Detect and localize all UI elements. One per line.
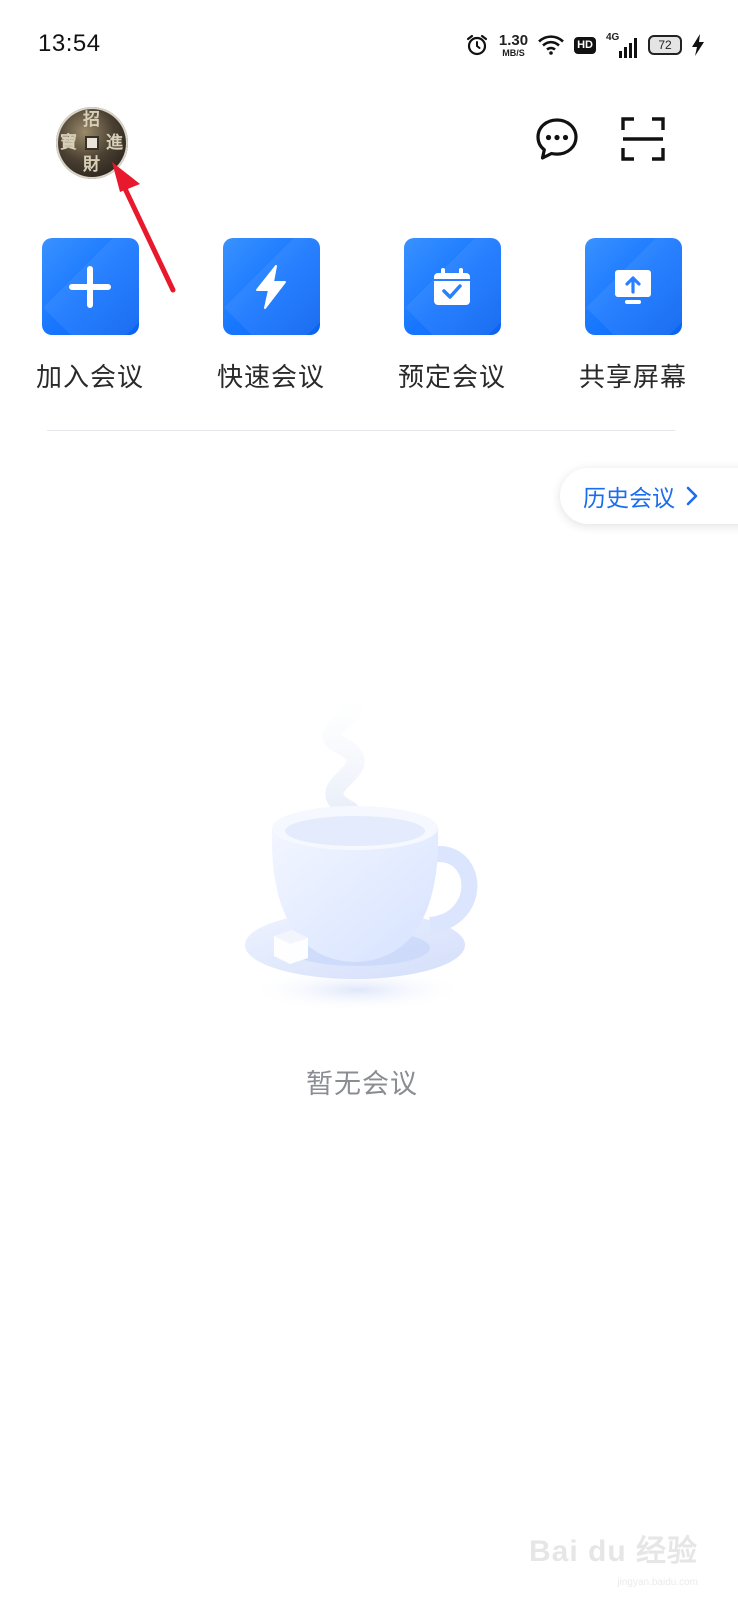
- join-meeting-label: 加入会议: [35, 363, 144, 393]
- join-meeting-tile[interactable]: [41, 238, 139, 335]
- status-bar: 13:54 1.30 MB/S HD 4G 72: [0, 0, 738, 90]
- lightning-icon: [256, 264, 286, 309]
- empty-state-text: 暂无会议: [306, 1069, 418, 1100]
- join-meeting-button[interactable]: 加入会议: [15, 238, 165, 394]
- status-time: 13:54: [38, 30, 101, 57]
- avatar-char: 寶: [60, 133, 77, 153]
- quick-actions: 加入会议 快速会议 预定会议 共享屏幕: [0, 238, 738, 398]
- signal-icon: 4G: [606, 32, 638, 58]
- coin-hole: [85, 136, 99, 150]
- alarm-icon: [465, 33, 489, 57]
- quick-meeting-button[interactable]: 快速会议: [196, 238, 346, 394]
- quick-meeting-label: 快速会议: [216, 363, 325, 393]
- schedule-meeting-label: 预定会议: [397, 363, 506, 393]
- status-icons: 1.30 MB/S HD 4G 72: [465, 30, 704, 60]
- share-screen-icon: [615, 269, 651, 304]
- avatar-char: 財: [83, 155, 100, 175]
- chevron-right-icon: [686, 486, 698, 506]
- net-speed-unit: MB/S: [502, 47, 525, 58]
- share-screen-label: 共享屏幕: [578, 363, 687, 393]
- battery-indicator: 72: [648, 35, 682, 55]
- scan-icon[interactable]: [621, 117, 665, 165]
- hd-badge: HD: [574, 36, 596, 54]
- schedule-meeting-button[interactable]: 预定会议: [377, 238, 527, 394]
- divider: [47, 430, 675, 431]
- tea-cup-illustration: [245, 691, 478, 1012]
- plus-icon: [69, 265, 111, 308]
- charging-icon: [692, 34, 704, 56]
- wifi-icon: [538, 35, 564, 55]
- avatar-char: 招: [83, 110, 100, 130]
- watermark-text: Bai du 经验: [528, 1535, 698, 1568]
- history-meetings-button[interactable]: 历史会议: [560, 468, 738, 524]
- watermark-sub: jingyan.baidu.com: [617, 1577, 698, 1588]
- net-speed: 1.30 MB/S: [499, 33, 528, 58]
- history-meetings-label: 历史会议: [583, 486, 675, 512]
- message-icon[interactable]: [535, 117, 579, 165]
- quick-meeting-tile[interactable]: [222, 238, 320, 335]
- watermark: Bai du 经验 jingyan.baidu.com: [528, 1526, 698, 1588]
- share-screen-button[interactable]: 共享屏幕: [558, 238, 708, 394]
- share-screen-tile[interactable]: [584, 238, 682, 335]
- net-speed-value: 1.30: [498, 31, 529, 49]
- calendar-check-icon: [434, 267, 470, 305]
- schedule-meeting-tile[interactable]: [403, 238, 501, 335]
